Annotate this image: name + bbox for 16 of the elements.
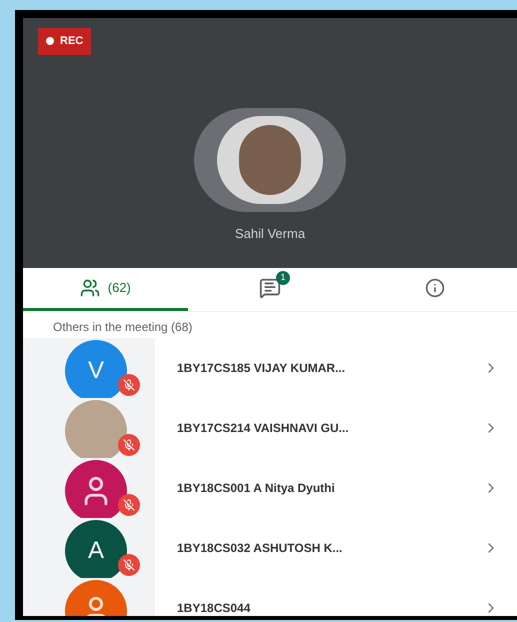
participant-name: 1BY17CS214 VAISHNAVI GU... <box>177 420 349 437</box>
section-title: Others in the meeting (68) <box>52 319 194 336</box>
recording-label: REC <box>60 34 84 49</box>
tab[interactable]: 1 <box>188 268 352 311</box>
participant-row[interactable]: 1BY18CS001 A Nitya Dyuthi <box>23 458 517 518</box>
chat-icon <box>259 277 281 299</box>
participant-name: 1BY17CS185 VIJAY KUMAR... <box>177 360 346 377</box>
people-count: (62) <box>108 279 131 298</box>
tab[interactable]: (62) <box>23 268 188 311</box>
unread-badge: 1 <box>276 271 290 285</box>
participant-name: 1BY18CS032 ASHUTOSH K... <box>177 540 342 557</box>
speaker-name: Sahil Verma <box>234 225 306 243</box>
participant-name: 1BY18CS044 <box>177 600 250 616</box>
info-icon <box>424 278 445 298</box>
participant-name: 1BY18CS001 A Nitya Dyuthi <box>177 480 335 497</box>
people-icon <box>80 278 100 298</box>
